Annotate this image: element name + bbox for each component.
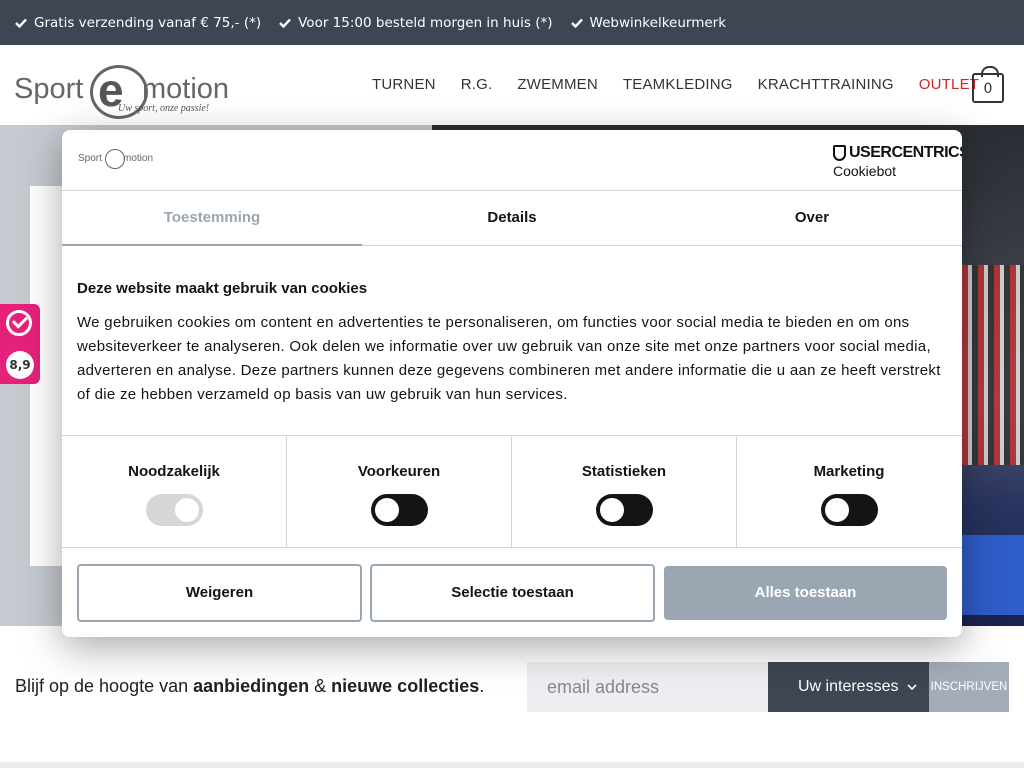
dialog-description: We gebruiken cookies om content en adver… (77, 314, 941, 403)
newsletter-email-input[interactable]: email address (527, 662, 768, 712)
nav-item-zwemmen[interactable]: ZWEMMEN (517, 76, 598, 93)
category-label: Noodzakelijk (128, 463, 220, 480)
dialog-site-logo: Sport motion (78, 149, 168, 171)
allow-all-button[interactable]: Alles toestaan (664, 566, 947, 620)
dialog-tabs: Toestemming Details Over (62, 191, 962, 246)
cart-count: 0 (983, 81, 993, 97)
category-label: Voorkeuren (357, 463, 441, 480)
checkmark-icon (279, 18, 292, 28)
nav-item-outlet[interactable]: OUTLET (919, 76, 979, 93)
toggle-statistieken[interactable] (596, 494, 653, 526)
cart-bag-icon[interactable]: 0 (972, 66, 1004, 103)
usp-bar: Gratis verzending vanaf € 75,- (*) Voor … (0, 0, 1024, 45)
cookiebot-logo[interactable]: USERCENTRICS Cookiebot (833, 144, 962, 180)
usp-text[interactable]: Webwinkelkeurmerk (590, 15, 727, 31)
provider-brand: USERCENTRICS (849, 144, 962, 161)
provider-product: Cookiebot (833, 163, 897, 179)
tab-toestemming[interactable]: Toestemming (62, 191, 362, 246)
logo-tagline: Uw sport, onze passie! (118, 103, 210, 114)
toggle-marketing[interactable] (821, 494, 878, 526)
dialog-body: Deze website maakt gebruik van cookies W… (77, 280, 947, 407)
dialog-logo-circle (105, 149, 125, 169)
cookie-consent-dialog: Sport motion USERCENTRICS Cookiebot Toes… (62, 130, 962, 637)
logo-word-motion: motion (142, 73, 230, 105)
interests-select[interactable]: Uw interesses (768, 662, 929, 712)
main-nav: TURNEN R.G. ZWEMMEN TEAMKLEDING KRACHTTR… (372, 76, 1004, 93)
usp-text: Voor 15:00 besteld morgen in huis (*) (298, 14, 553, 31)
newsletter-text: Blijf op de hoogte van aanbiedingen & ni… (15, 676, 484, 697)
usp-item: Voor 15:00 besteld morgen in huis (*) (279, 14, 553, 31)
newsletter-prefix: Blijf op de hoogte van (15, 676, 194, 696)
newsletter-bold-offers: aanbiedingen (193, 676, 310, 696)
newsletter-section: Blijf op de hoogte van aanbiedingen & ni… (0, 626, 1024, 762)
logo-word-sport: Sport (14, 73, 84, 105)
newsletter-suffix: . (479, 676, 485, 696)
category-statistieken: Statistieken (512, 436, 737, 548)
dialog-logo-word-motion: motion (123, 153, 154, 164)
nav-item-turnen[interactable]: TURNEN (372, 76, 436, 93)
shield-icon (833, 145, 846, 161)
checkmark-icon (570, 18, 584, 28)
allow-selection-button[interactable]: Selectie toestaan (370, 564, 655, 622)
category-label: Marketing (813, 463, 885, 480)
site-logo[interactable]: Sport e motion Uw sport, onze passie! (14, 63, 254, 123)
category-label: Statistieken (581, 463, 667, 480)
review-score: 8,9 (6, 351, 34, 379)
chevron-down-icon (907, 662, 917, 712)
bottom-divider (0, 762, 1024, 768)
dialog-header: Sport motion USERCENTRICS Cookiebot (62, 130, 962, 191)
interests-label: Uw interesses (798, 678, 899, 695)
hero-photo-detail (962, 265, 1024, 465)
dialog-title: Deze website maakt gebruik van cookies (77, 280, 368, 297)
nav-item-krachttraining[interactable]: KRACHTTRAINING (758, 76, 894, 93)
toggle-voorkeuren[interactable] (371, 494, 428, 526)
deny-button[interactable]: Weigeren (77, 564, 362, 622)
site-header: Sport e motion Uw sport, onze passie! TU… (0, 45, 1024, 125)
tab-details[interactable]: Details (362, 191, 662, 246)
review-badge[interactable]: 8,9 (0, 304, 40, 384)
nav-item-rg[interactable]: R.G. (461, 76, 493, 93)
category-marketing: Marketing (737, 436, 962, 548)
usp-item[interactable]: Webwinkelkeurmerk (570, 15, 727, 31)
dialog-logo-word-sport: Sport (78, 153, 102, 164)
subscribe-button[interactable]: INSCHRIJVEN (929, 662, 1009, 712)
usp-item: Gratis verzending vanaf € 75,- (*) (15, 15, 261, 31)
consent-categories: Noodzakelijk Voorkeuren Statistieken Mar… (62, 435, 962, 548)
nav-item-teamkleding[interactable]: TEAMKLEDING (623, 76, 733, 93)
newsletter-bold-collections: nieuwe collecties (331, 676, 480, 696)
usp-text: Gratis verzending vanaf € 75,- (*) (34, 14, 262, 31)
toggle-noodzakelijk (146, 494, 203, 526)
kiyoh-check-icon (6, 310, 32, 336)
tab-over[interactable]: Over (662, 191, 962, 246)
checkmark-icon (15, 18, 28, 28)
dialog-buttons: Weigeren Selectie toestaan Alles toestaa… (77, 564, 947, 622)
newsletter-amp: & (309, 676, 332, 696)
category-voorkeuren: Voorkeuren (287, 436, 512, 548)
category-noodzakelijk: Noodzakelijk (62, 436, 287, 548)
